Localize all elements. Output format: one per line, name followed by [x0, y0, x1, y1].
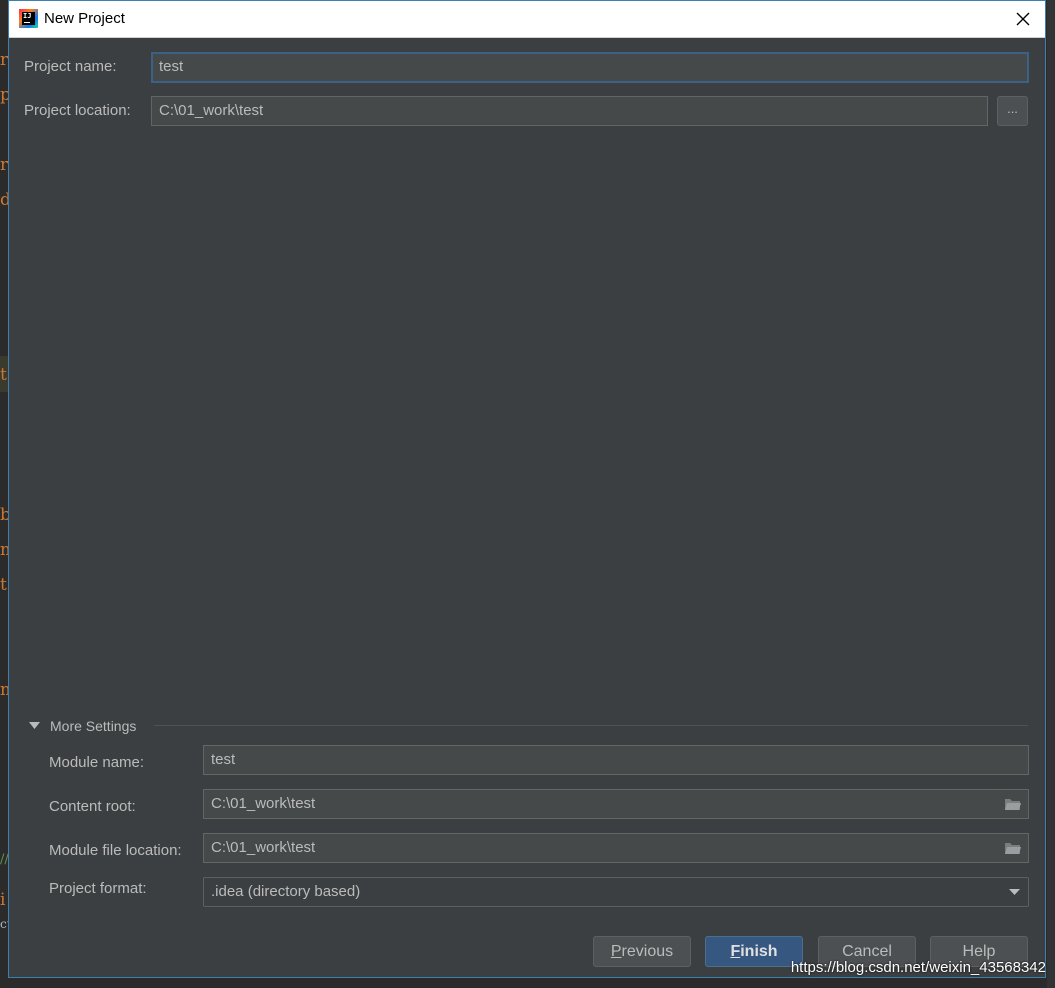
module-file-location-input[interactable]: C:\01_work\test [203, 833, 1029, 863]
project-location-label: Project location: [24, 102, 131, 119]
module-file-location-label: Module file location: [49, 842, 182, 859]
dialog-title: New Project [44, 10, 125, 27]
chevron-down-icon [1009, 889, 1020, 895]
close-icon [1016, 12, 1030, 26]
project-name-input[interactable]: test [151, 52, 1029, 83]
finish-mnemonic: F [730, 943, 741, 960]
watermark: https://blog.csdn.net/weixin_43568342 [790, 959, 1046, 976]
background-editor-right-gutter [1047, 0, 1055, 988]
intellij-idea-icon: IJ [19, 9, 38, 28]
project-name-value: test [159, 58, 184, 75]
new-project-dialog: IJ New Project Project name: test Projec… [8, 0, 1046, 978]
browse-location-button[interactable]: ... [997, 96, 1028, 126]
finish-button[interactable]: Finish [705, 936, 803, 967]
background-code-glyph: t [0, 575, 7, 595]
folder-open-icon[interactable] [1004, 797, 1022, 811]
more-settings-title: More Settings [50, 718, 137, 734]
section-divider [154, 725, 1028, 726]
project-format-label: Project format: [49, 880, 147, 897]
project-format-value: .idea (directory based) [211, 883, 361, 900]
previous-mnemonic: P [610, 943, 622, 960]
content-root-value: C:\01_work\test [211, 795, 316, 812]
module-name-input[interactable]: test [203, 745, 1029, 775]
project-location-input[interactable]: C:\01_work\test [151, 96, 988, 126]
module-name-label: Module name: [49, 754, 145, 771]
dialog-title-bar: IJ New Project [9, 1, 1045, 38]
background-code-glyph: r [0, 50, 9, 70]
project-location-value: C:\01_work\test [159, 102, 264, 119]
finish-label: inish [740, 943, 778, 960]
content-root-label: Content root: [49, 798, 136, 815]
folder-open-icon[interactable] [1004, 841, 1022, 855]
background-code-glyph: t [0, 365, 7, 385]
background-code-glyph: r [0, 155, 9, 175]
background-code-glyph: i [0, 890, 6, 910]
module-name-value: test [211, 751, 236, 768]
previous-label: revious [621, 943, 674, 960]
content-root-input[interactable]: C:\01_work\test [203, 789, 1029, 819]
previous-button[interactable]: Previous [593, 936, 691, 967]
project-format-select[interactable]: .idea (directory based) [203, 877, 1029, 907]
triangle-down-icon [29, 722, 40, 729]
project-name-label: Project name: [24, 58, 117, 75]
close-button[interactable] [1001, 1, 1045, 37]
module-file-location-value: C:\01_work\test [211, 839, 316, 856]
